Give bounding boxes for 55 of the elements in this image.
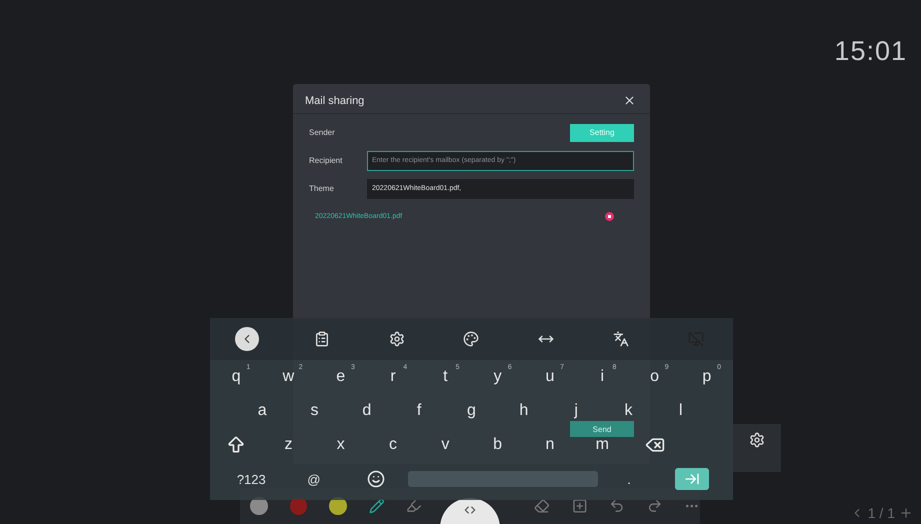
field-label: Theme bbox=[309, 184, 335, 193]
keyboard-key[interactable]: l bbox=[679, 403, 683, 419]
keyboard-key[interactable]: i bbox=[600, 369, 604, 385]
clipboard-icon[interactable] bbox=[314, 331, 330, 347]
redo-icon[interactable] bbox=[646, 498, 662, 514]
tab-arrow-icon bbox=[684, 471, 700, 487]
back-button[interactable] bbox=[235, 327, 260, 351]
keyboard-key[interactable]: o bbox=[650, 369, 659, 385]
keyboard-key[interactable]: y bbox=[494, 369, 502, 385]
at-key[interactable]: @ bbox=[307, 472, 320, 486]
keyboard-key[interactable]: q bbox=[232, 369, 241, 385]
emoji-icon[interactable] bbox=[367, 470, 386, 488]
tab-key[interactable] bbox=[674, 468, 709, 490]
keyboard-key[interactable]: w bbox=[282, 369, 294, 385]
undo-icon[interactable] bbox=[609, 498, 625, 514]
keyboard-key[interactable]: z bbox=[284, 437, 292, 453]
keyboard-key[interactable]: n bbox=[545, 437, 554, 453]
keyboard-key[interactable]: b bbox=[493, 437, 502, 453]
pen-icon[interactable] bbox=[368, 498, 384, 514]
close-icon[interactable] bbox=[623, 94, 636, 107]
page-indicator: 1 / 1 bbox=[868, 505, 895, 521]
keyboard-key[interactable]: k bbox=[624, 403, 632, 419]
keyboard-key[interactable]: g bbox=[467, 403, 476, 419]
keyboard-key[interactable]: r bbox=[390, 369, 396, 385]
keyboard-key[interactable]: x bbox=[336, 437, 345, 453]
eraser-icon[interactable] bbox=[534, 498, 550, 514]
keyboard-key[interactable]: m bbox=[596, 437, 609, 453]
symbols-key[interactable]: ?123 bbox=[236, 472, 266, 486]
field-label: Recipient bbox=[309, 156, 344, 165]
keyboard-key[interactable]: u bbox=[545, 369, 554, 385]
translate-icon[interactable] bbox=[612, 331, 629, 347]
keyboard-key[interactable]: c bbox=[389, 437, 398, 453]
marker-icon[interactable] bbox=[406, 498, 422, 514]
add-page-icon[interactable] bbox=[899, 506, 913, 520]
field-label: Sender bbox=[309, 128, 336, 137]
remove-icon[interactable] bbox=[605, 212, 614, 221]
palette-icon[interactable] bbox=[463, 331, 480, 347]
keyboard-key[interactable]: e bbox=[336, 369, 346, 385]
keyboard-key[interactable]: v bbox=[441, 437, 450, 453]
clock: 15:01 bbox=[834, 36, 907, 67]
keyboard-key[interactable]: p bbox=[702, 369, 712, 385]
keyboard-key[interactable]: t bbox=[443, 369, 448, 385]
settings-icon[interactable] bbox=[749, 432, 765, 448]
insert-icon[interactable] bbox=[572, 498, 588, 514]
keyboard-key[interactable]: s bbox=[310, 403, 318, 419]
shift-icon[interactable] bbox=[226, 435, 246, 455]
keyboard-key[interactable]: d bbox=[362, 403, 372, 419]
keyboard-key[interactable]: j bbox=[574, 403, 578, 419]
keyboard-key[interactable]: f bbox=[416, 403, 422, 419]
keyboard-key[interactable]: h bbox=[519, 403, 528, 419]
dialog-title: Mail sharing bbox=[305, 94, 364, 106]
settings-icon[interactable] bbox=[388, 331, 405, 347]
keyboard-key[interactable]: a bbox=[258, 403, 267, 419]
send-button[interactable]: Send bbox=[570, 421, 634, 437]
period-key[interactable]: . bbox=[627, 472, 631, 486]
